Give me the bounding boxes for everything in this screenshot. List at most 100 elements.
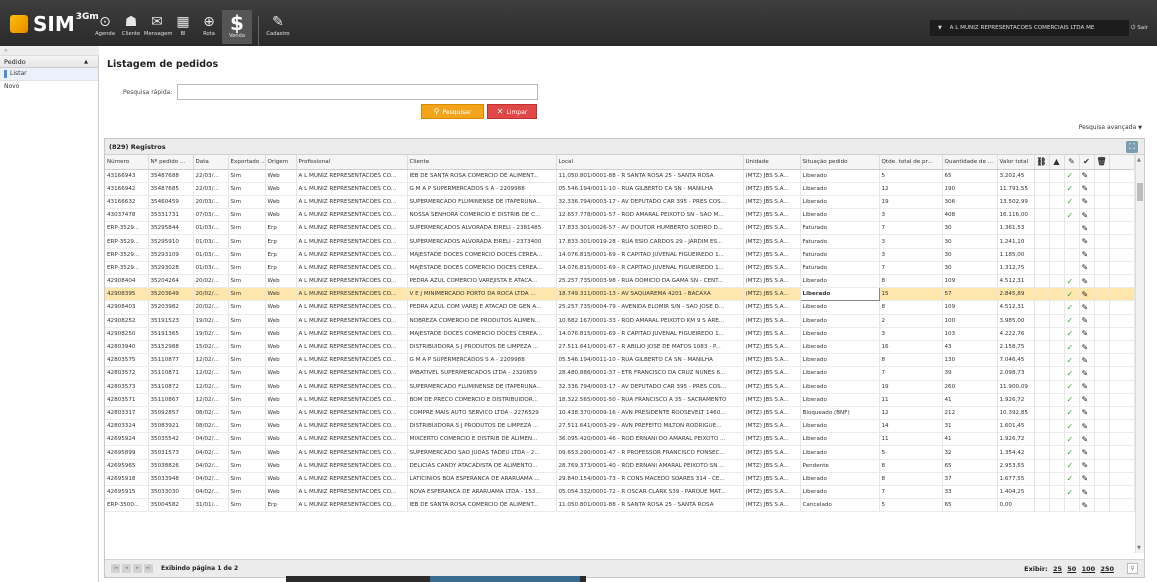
edit-row-icon[interactable]: ✎ xyxy=(1082,501,1089,510)
scroll-down-icon[interactable]: ▼ xyxy=(1137,545,1141,551)
edit-row-icon[interactable]: ✎ xyxy=(1082,290,1089,299)
table-cell: A L MUNIZ REPRESENTACOES CO... xyxy=(296,432,408,447)
expand-icon[interactable]: ⛶ xyxy=(1126,141,1138,153)
table-row[interactable]: 42695965 35038826 04/02/... Sim Web A L MUNIZ… xyxy=(105,459,1135,473)
column-header[interactable]: Profissional xyxy=(296,155,408,170)
app-logo[interactable]: SIM 3Gm xyxy=(10,12,99,36)
per-page-25[interactable]: 25 xyxy=(1053,565,1062,573)
per-page-50[interactable]: 50 xyxy=(1067,565,1076,573)
table-row[interactable]: 42803317 35092857 08/02/... Sim Web A L MUNIZ… xyxy=(105,406,1135,421)
edit-row-icon[interactable]: ✎ xyxy=(1082,435,1089,444)
first-page-icon[interactable]: |◂ xyxy=(111,564,120,573)
edit-row-icon[interactable]: ✎ xyxy=(1082,303,1089,312)
table-row[interactable]: 42908250 35191365 19/02/... Sim Web A L MUNIZ… xyxy=(105,327,1135,341)
edit-row-icon[interactable]: ✎ xyxy=(1082,316,1089,325)
edit-row-icon[interactable]: ✎ xyxy=(1082,448,1089,457)
edit-row-icon[interactable]: ✎ xyxy=(1082,184,1089,193)
prev-page-icon[interactable]: ◂ xyxy=(122,564,131,573)
company-selector[interactable]: ▼ A L MUNIZ REPRESENTACOES COMERCIAIS LT… xyxy=(930,20,1129,36)
column-header[interactable]: Qtde. total de pr... xyxy=(879,155,943,170)
edit-row-icon[interactable]: ✎ xyxy=(1082,461,1089,470)
next-page-icon[interactable]: ▸ xyxy=(133,564,142,573)
column-header[interactable]: Situação pedido xyxy=(800,155,880,170)
edit-row-icon[interactable]: ✎ xyxy=(1082,224,1089,233)
table-row[interactable]: 42803940 35152988 15/02/... Sim Web A L MUNIZ… xyxy=(105,340,1135,355)
table-row[interactable]: 42803324 35083921 08/02/... Sim Web A L MUNIZ… xyxy=(105,419,1135,434)
edit-row-icon[interactable]: ✎ xyxy=(1082,395,1089,404)
edit-row-icon[interactable]: ✎ xyxy=(1082,369,1089,378)
table-row[interactable]: ERP-3529... 35295910 01/03/... Sim Erp A L MU… xyxy=(105,234,1135,249)
table-row[interactable]: 42695918 35033948 04/02/... Sim Web A L MUNIZ… xyxy=(105,472,1135,487)
nav-item-venda[interactable]: $ Venda xyxy=(222,10,252,44)
sidebar-item-novo[interactable]: Novo xyxy=(0,80,98,92)
table-row[interactable]: 42695915 35033030 04/02/... Sim Web A L MUNIZ… xyxy=(105,485,1135,500)
edit-row-icon[interactable]: ✎ xyxy=(1082,343,1089,352)
edit-row-icon[interactable]: ✎ xyxy=(1082,171,1089,180)
edit-row-icon[interactable]: ✎ xyxy=(1082,382,1089,391)
column-header[interactable]: Local xyxy=(556,155,744,170)
column-header[interactable]: Origem xyxy=(265,155,297,170)
table-cell: DELICIAS CANDY ATACADISTA DE ALIMENTO... xyxy=(407,459,557,473)
table-row[interactable]: 43166943 35487688 22/03/... Sim Web A L MUNIZ… xyxy=(105,169,1135,183)
vertical-scrollbar[interactable]: ▲ ▼ xyxy=(1135,155,1144,553)
edit-row-icon[interactable]: ✎ xyxy=(1082,237,1089,246)
column-header[interactable]: Exportado ... xyxy=(228,155,266,170)
table-row[interactable]: ERP-3500... 35004582 31/01/... Sim Erp A L MU… xyxy=(105,498,1135,513)
quick-search-input[interactable] xyxy=(177,84,538,100)
table-row[interactable]: 42803573 35110872 12/02/... Sim Web A L MUNIZ… xyxy=(105,380,1135,394)
table-row[interactable]: 42908252 35191523 19/02/... Sim Web A L MUNIZ… xyxy=(105,314,1135,328)
table-row[interactable]: 42803571 35110867 12/02/... Sim Web A L MUNIZ… xyxy=(105,393,1135,407)
footer-search-icon[interactable]: ⚲ xyxy=(1127,563,1138,574)
edit-row-icon[interactable]: ✎ xyxy=(1082,263,1089,272)
column-header[interactable]: Número xyxy=(105,155,149,170)
column-header[interactable]: Data xyxy=(193,155,229,170)
edit-row-icon[interactable]: ✎ xyxy=(1082,356,1089,365)
scroll-thumb[interactable] xyxy=(1137,183,1143,201)
table-row[interactable]: 42908404 35204264 20/02/... Sim Web A L MUNIZ… xyxy=(105,274,1135,289)
per-page-100[interactable]: 100 xyxy=(1082,565,1096,573)
edit-row-icon[interactable]: ✎ xyxy=(1082,329,1089,338)
column-header[interactable]: Cliente xyxy=(407,155,557,170)
per-page-250[interactable]: 250 xyxy=(1100,565,1114,573)
edit-row-icon[interactable]: ✎ xyxy=(1082,408,1089,417)
nav-item-cliente[interactable]: ☗ Cliente xyxy=(118,14,144,48)
edit-row-icon[interactable]: ✎ xyxy=(1082,488,1089,497)
advanced-search-toggle[interactable]: Pesquisa avançada ▼ xyxy=(1079,124,1142,131)
edit-row-icon[interactable]: ✎ xyxy=(1082,474,1089,483)
table-row[interactable]: 42803575 35110877 12/02/... Sim Web A L MUNIZ… xyxy=(105,353,1135,368)
table-row[interactable]: ERP-3529... 35295844 01/03/... Sim Erp A L MU… xyxy=(105,221,1135,236)
sidebar-collapse-button[interactable]: « xyxy=(0,46,99,56)
nav-item-rota[interactable]: ⊕ Rota xyxy=(196,14,222,48)
column-header[interactable]: Unidade xyxy=(743,155,801,170)
column-header[interactable]: Quantidade de ... xyxy=(942,155,998,170)
table-row[interactable]: ERP-3529... 35293109 01/03/... Sim Erp A L MU… xyxy=(105,248,1135,262)
column-header[interactable]: Nº pedido ... xyxy=(148,155,194,170)
edit-row-icon[interactable]: ✎ xyxy=(1082,277,1089,286)
clear-button[interactable]: ✕ Limpar xyxy=(487,104,537,119)
table-row[interactable]: 42908403 35203982 20/02/... Sim Web A L MUNIZ… xyxy=(105,300,1135,315)
scroll-up-icon[interactable]: ▲ xyxy=(1137,157,1141,163)
table-row[interactable]: 42908395 35203649 20/02/... Sim Web A L MUNIZ… xyxy=(105,287,1135,302)
table-row[interactable]: 43037478 35331731 07/03/... Sim Web A L MUNIZ… xyxy=(105,208,1135,223)
table-row[interactable]: 43166632 35460459 20/03/... Sim Web A L MUNIZ… xyxy=(105,195,1135,210)
edit-row-icon[interactable]: ✎ xyxy=(1082,422,1089,431)
search-button[interactable]: ⚲ Pesquisar xyxy=(421,104,484,119)
table-row[interactable]: ERP-3529... 35293028 01/03/... Sim Erp A L MU… xyxy=(105,261,1135,276)
table-row[interactable]: 42695899 35031573 04/02/... Sim Web A L MUNIZ… xyxy=(105,445,1135,460)
nav-item-mensagem[interactable]: ✉ Mensagem xyxy=(144,14,172,48)
logout-button[interactable]: ⏻ Sair xyxy=(1131,20,1157,36)
edit-row-icon[interactable]: ✎ xyxy=(1082,211,1089,220)
column-header[interactable]: Valor total xyxy=(997,155,1035,170)
nav-item-agenda[interactable]: ⊙ Agenda xyxy=(92,14,118,48)
last-page-icon[interactable]: ▸| xyxy=(144,564,153,573)
nav-item-bi[interactable]: ▦ BI xyxy=(170,14,196,48)
table-cell: 212 xyxy=(942,406,998,421)
edit-row-icon[interactable]: ✎ xyxy=(1082,250,1089,259)
sidebar-section-pedido[interactable]: Pedido ▲ xyxy=(0,56,98,68)
table-row[interactable]: 42695924 35035542 04/02/... Sim Web A L MUNIZ… xyxy=(105,432,1135,447)
table-row[interactable]: 42803572 35110871 12/02/... Sim Web A L MUNIZ… xyxy=(105,366,1135,381)
table-row[interactable]: 43166942 35487685 22/03/... Sim Web A L MUNIZ… xyxy=(105,182,1135,196)
nav-item-cadastro[interactable]: ✎ Cadastro xyxy=(265,14,291,48)
edit-row-icon[interactable]: ✎ xyxy=(1082,197,1089,206)
sidebar-item-listar[interactable]: Listar xyxy=(0,68,98,80)
